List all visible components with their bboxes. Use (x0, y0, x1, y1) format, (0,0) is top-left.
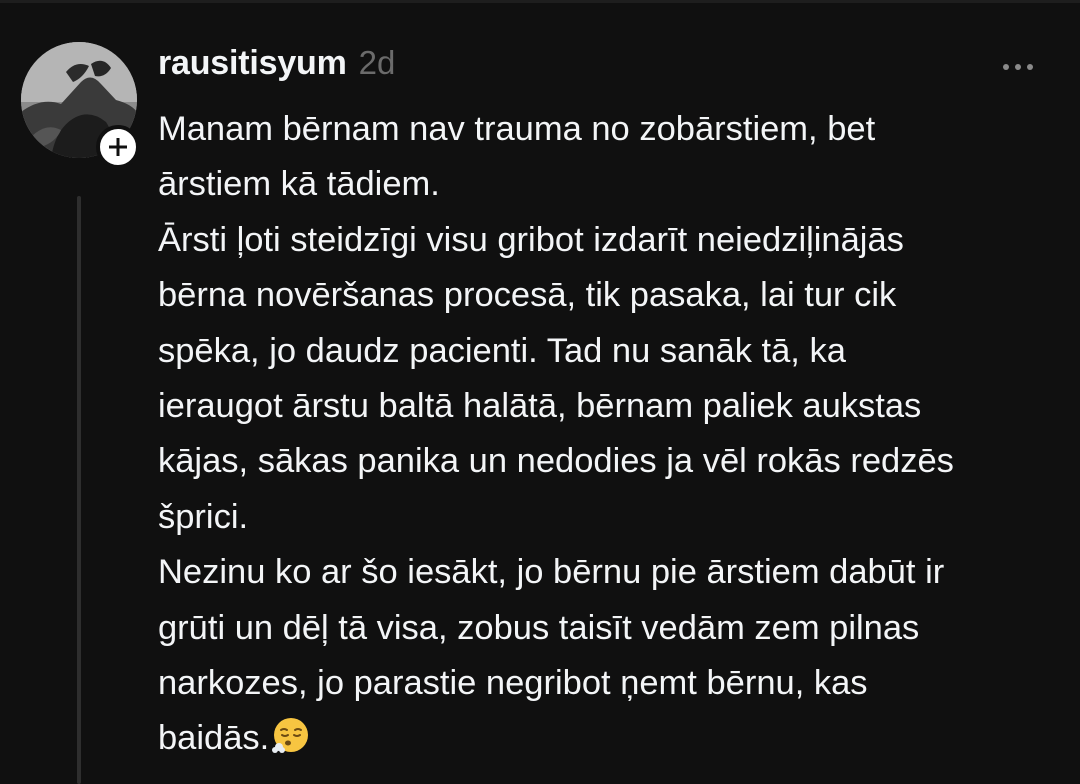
post-line: ārstiem kā tādiem. (158, 165, 440, 204)
more-options-icon (1003, 64, 1009, 70)
timestamp: 2d (358, 44, 396, 81)
post-line: Nezinu ko ar šo iesākt, jo bērnu pie ārs… (158, 553, 945, 592)
follow-button[interactable] (96, 125, 140, 169)
face-exhaling-emoji (271, 715, 311, 772)
post-line: Ārsti ļoti steidzīgi visu gribot izdarīt… (158, 220, 904, 259)
post-line: Manam bērnam nav trauma no zobārstiem, b… (158, 110, 876, 148)
post-body: Manam bērnam nav trauma no zobārstiem, b… (158, 102, 1058, 773)
more-options-icon-dot (1027, 64, 1033, 70)
thread-line (77, 196, 81, 784)
post-line: ieraugot ārstu baltā halātā, bērnam pali… (158, 387, 922, 426)
post-line: baidās. (158, 719, 270, 758)
more-options-button[interactable] (996, 56, 1040, 78)
post-line: kājas, sākas panika un nedodies ja vēl r… (158, 442, 954, 481)
more-options-icon-dot (1015, 64, 1021, 70)
post-line: šprici. (158, 497, 249, 536)
post-line: narkozes, jo parastie negribot ņemt bērn… (158, 664, 868, 703)
post-line: bērna novēršanas procesā, tik pasaka, la… (158, 276, 897, 315)
plus-icon (109, 138, 127, 156)
top-divider (0, 0, 1080, 3)
username[interactable]: rausitisyum (158, 44, 347, 83)
post-line: grūti un dēļ tā visa, zobus taisīt vedām… (158, 608, 920, 647)
post-line-last: baidās. (158, 711, 1058, 772)
post-line: spēka, jo daudz pacienti. Tad nu sanāk t… (158, 331, 846, 370)
post-header: rausitisyum 2d (158, 44, 395, 90)
